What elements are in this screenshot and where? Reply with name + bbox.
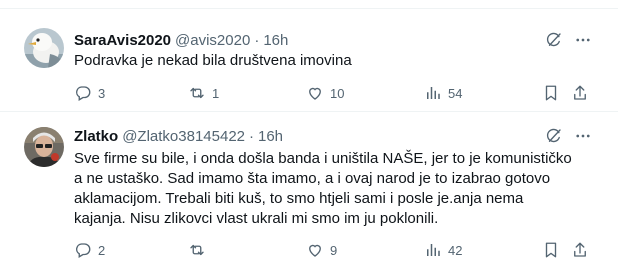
bookmark-button[interactable]	[542, 83, 560, 103]
tweet-1[interactable]: SaraAvis2020 @avis2020 · 16h Podravka je…	[0, 9, 618, 120]
tweet-text: Podravka je nekad bila društvena imovina	[74, 51, 594, 71]
tweet-header: Zlatko @Zlatko38145422 · 16h	[74, 126, 283, 146]
person-avatar-image	[24, 127, 64, 167]
share-button[interactable]	[571, 240, 589, 260]
tweet-2[interactable]: Zlatko @Zlatko38145422 · 16h Sve firme s…	[0, 112, 618, 273]
view-count: 54	[448, 85, 463, 101]
display-name[interactable]: SaraAvis2020	[74, 32, 171, 49]
grok-icon[interactable]	[544, 126, 564, 146]
reply-button[interactable]: 2	[74, 240, 105, 260]
timestamp[interactable]: 16h	[263, 32, 288, 49]
grok-icon[interactable]	[544, 30, 564, 50]
retweet-icon	[190, 244, 204, 256]
bookmark-button[interactable]	[542, 240, 560, 260]
retweet-icon	[190, 87, 204, 99]
tweet-text-line: aklamacijom. Trebali biti kuš, to smo ht…	[74, 190, 524, 207]
like-button[interactable]: 10	[306, 83, 344, 103]
retweet-button[interactable]: 1	[188, 83, 219, 103]
tweet-text: Sve firme su bile, i onda došla banda i …	[74, 149, 594, 229]
views-button[interactable]: 42	[424, 240, 462, 260]
share-icon	[574, 85, 586, 100]
retweet-button[interactable]	[188, 240, 212, 260]
separator-dot: ·	[249, 127, 254, 145]
share-icon	[574, 242, 586, 257]
seagull-avatar-image	[24, 28, 64, 68]
reply-icon	[76, 86, 91, 101]
views-button[interactable]: 54	[424, 83, 462, 103]
tweet-text-line: a ne ustaško. Sad imamo šta imamo, a i o…	[74, 170, 551, 187]
bookmark-icon	[545, 242, 557, 258]
views-icon	[427, 244, 440, 256]
avatar[interactable]	[24, 127, 64, 167]
views-icon	[427, 87, 440, 99]
tweet-text-line: Podravka je nekad bila društvena imovina	[74, 52, 352, 69]
tweet-header: SaraAvis2020 @avis2020 · 16h	[74, 30, 288, 50]
user-handle[interactable]: @avis2020	[175, 32, 250, 49]
separator-dot: ·	[254, 31, 260, 49]
retweet-count: 1	[212, 85, 220, 101]
user-handle[interactable]: @Zlatko38145422	[122, 128, 245, 145]
like-count: 9	[330, 242, 338, 258]
view-count: 42	[448, 242, 463, 258]
like-count: 10	[330, 85, 345, 101]
timestamp[interactable]: 16h	[258, 128, 283, 145]
tweet-actions: 2 9 42	[74, 240, 594, 260]
heart-icon	[309, 244, 321, 257]
reply-count: 3	[98, 85, 106, 101]
like-button[interactable]: 9	[306, 240, 337, 260]
reply-count: 2	[98, 242, 106, 258]
tweet-text-line: kajanja. Nisu zlikovci vlast ukrali mi s…	[74, 210, 439, 227]
display-name[interactable]: Zlatko	[74, 128, 118, 145]
heart-icon	[309, 87, 321, 100]
avatar[interactable]	[24, 28, 64, 68]
tweet-actions: 3 1 10 54	[74, 83, 594, 103]
reply-icon	[76, 243, 91, 258]
tweet-text-line: Sve firme su bile, i onda došla banda i …	[74, 150, 572, 167]
more-options-icon[interactable]	[573, 126, 593, 146]
bookmark-icon	[545, 85, 557, 101]
reply-button[interactable]: 3	[74, 83, 105, 103]
more-options-icon[interactable]	[573, 30, 593, 50]
share-button[interactable]	[571, 83, 589, 103]
